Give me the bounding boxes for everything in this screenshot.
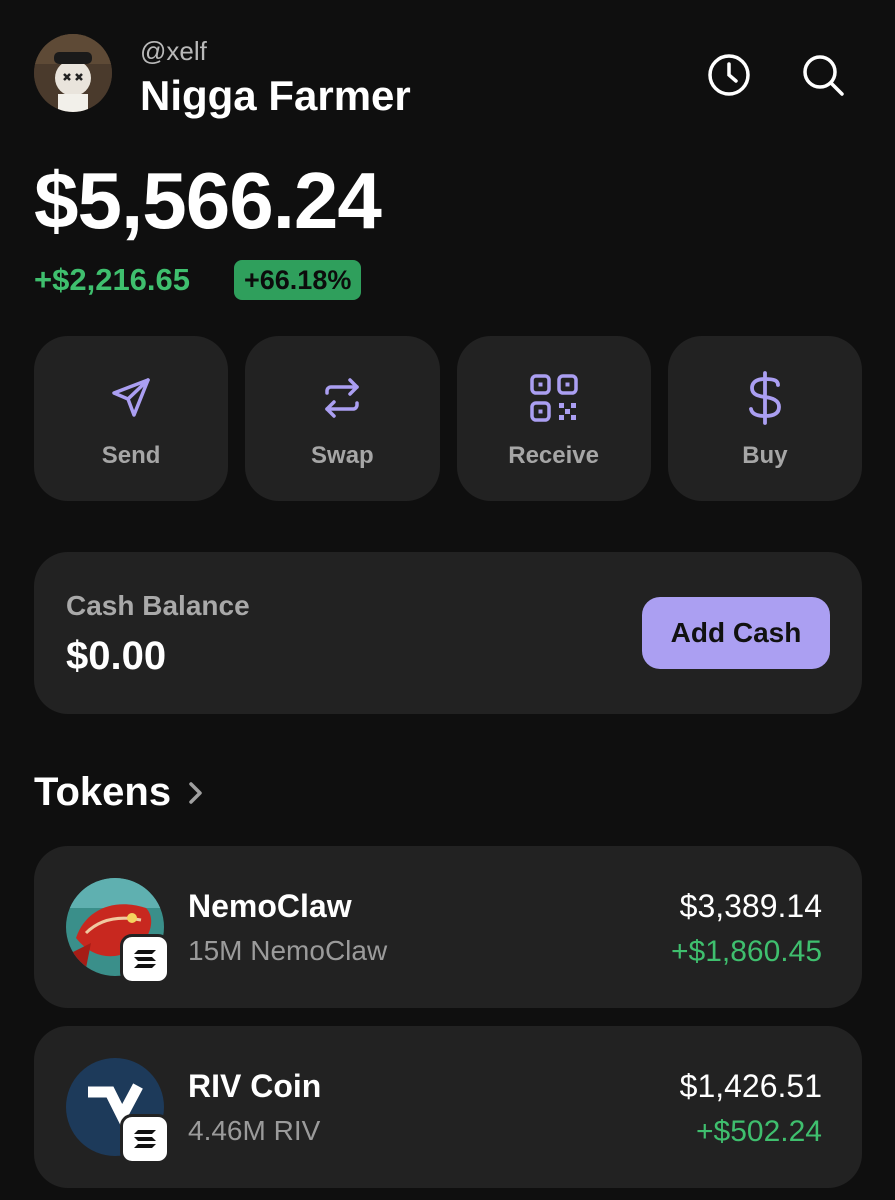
send-label: Send <box>101 442 161 469</box>
token-value: $3,389.14 <box>679 888 822 924</box>
token-value: $1,426.51 <box>679 1068 822 1104</box>
profile-username[interactable]: Nigga Farmer <box>140 72 411 120</box>
chevron-right-icon <box>185 781 205 805</box>
portfolio-change-percent-badge: +66.18% <box>234 260 362 300</box>
receive-button[interactable]: Receive <box>456 336 651 501</box>
swap-icon <box>316 372 368 424</box>
token-amount: 4.46M RIV <box>188 1115 321 1146</box>
receive-label: Receive <box>508 442 599 469</box>
token-row-riv-coin[interactable]: RIV Coin 4.46M RIV $1,426.51 +$502.24 <box>34 1026 862 1188</box>
token-change: +$502.24 <box>696 1115 822 1148</box>
token-name: NemoClaw <box>188 888 352 924</box>
send-button[interactable]: Send <box>34 336 229 501</box>
token-amount: 15M NemoClaw <box>188 935 388 966</box>
send-icon <box>105 372 157 424</box>
token-row-nemoclaw[interactable]: NemoClaw 15M NemoClaw $3,389.14 +$1,860.… <box>34 846 862 1008</box>
search-icon[interactable] <box>800 52 846 98</box>
portfolio-change-amount: +$2,216.65 <box>34 262 191 297</box>
action-buttons: Send Swap Receive Buy <box>34 336 862 501</box>
tokens-title: Tokens <box>34 770 172 814</box>
solana-icon <box>120 934 170 984</box>
add-cash-button[interactable]: Add Cash <box>642 597 830 669</box>
profile-avatar[interactable] <box>34 34 112 112</box>
tokens-header[interactable]: Tokens <box>34 770 205 815</box>
cash-balance-value: $0.00 <box>66 634 167 678</box>
token-change: +$1,860.45 <box>671 935 822 968</box>
dollar-icon <box>739 371 791 425</box>
profile-handle: @xelf <box>140 36 207 66</box>
buy-button[interactable]: Buy <box>667 336 862 501</box>
solana-icon <box>120 1114 170 1164</box>
buy-label: Buy <box>742 442 788 469</box>
swap-label: Swap <box>311 442 374 469</box>
clock-icon[interactable] <box>706 52 752 98</box>
cash-balance-label: Cash Balance <box>66 590 250 621</box>
portfolio-change-percent: +66.18% <box>244 264 352 295</box>
swap-button[interactable]: Swap <box>245 336 440 501</box>
qr-code-icon <box>528 372 580 424</box>
token-name: RIV Coin <box>188 1068 322 1104</box>
portfolio-balance: $5,566.24 <box>34 156 382 245</box>
cash-balance-card: Cash Balance $0.00 Add Cash <box>34 552 862 714</box>
